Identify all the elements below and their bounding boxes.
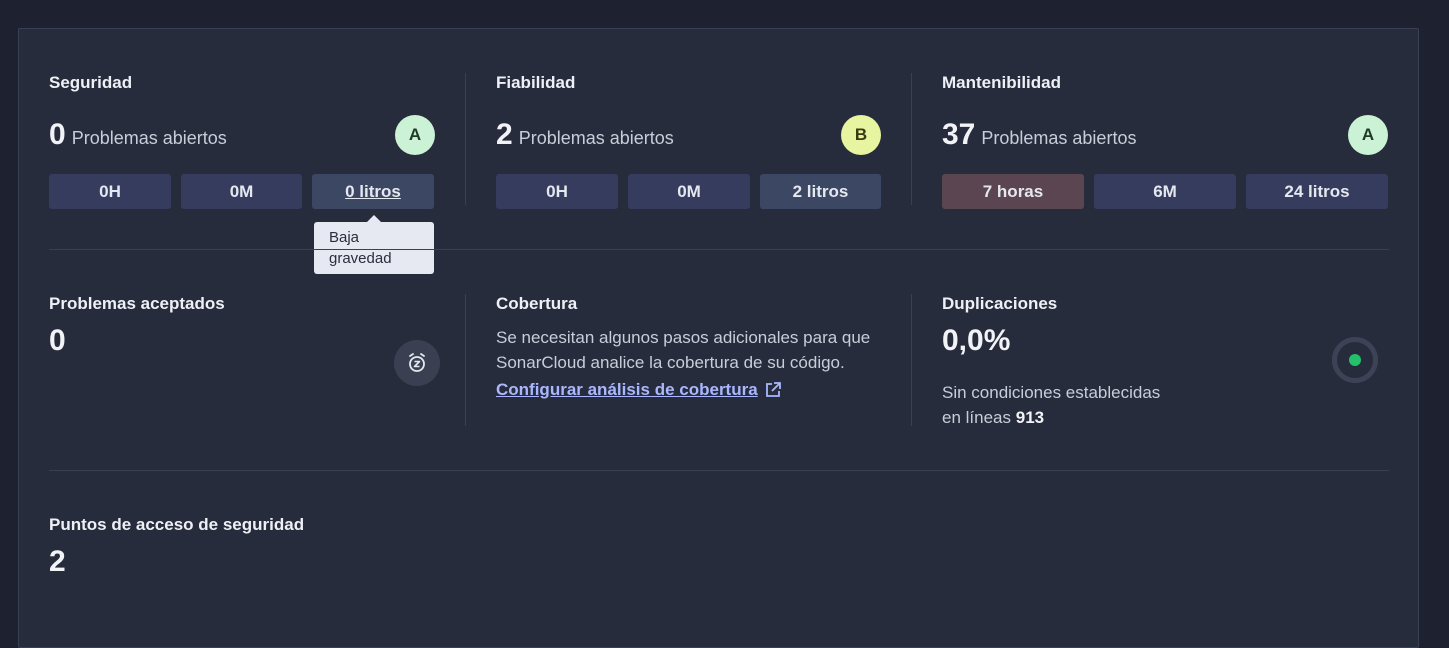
severity-tooltip: Baja gravedad — [314, 215, 434, 274]
duplications-desc-prefix: en líneas — [942, 408, 1011, 427]
maintainability-count-label: Problemas abiertos — [981, 128, 1137, 148]
accepted-title: Problemas aceptados — [49, 294, 225, 313]
configure-coverage-link-label: Configurar análisis de cobertura — [496, 380, 758, 399]
overview-panel: Seguridad 0 Problemas abiertos A 0H 0M 0… — [18, 28, 1419, 648]
accepted-issues-card: Problemas aceptados 0 — [49, 294, 440, 444]
row-divider — [49, 470, 1389, 471]
security-title: Seguridad — [49, 73, 133, 92]
maintainability-grade-badge[interactable]: A — [1348, 115, 1388, 155]
reliability-count-label: Problemas abiertos — [518, 128, 674, 148]
security-count-label: Problemas abiertos — [71, 128, 227, 148]
column-divider — [465, 294, 466, 426]
configure-coverage-link[interactable]: Configurar análisis de cobertura — [496, 380, 782, 400]
column-divider — [911, 294, 912, 426]
external-link-icon — [765, 382, 781, 397]
security-count: 0 — [49, 118, 66, 151]
duplication-status-icon — [1332, 337, 1378, 383]
maintainability-severity-chips: 7 horas 6M 24 litros — [942, 174, 1388, 209]
security-count-line[interactable]: 0 Problemas abiertos — [49, 118, 227, 152]
maintainability-card: Mantenibilidad 37 Problemas abiertos A 7… — [942, 73, 1389, 223]
coverage-card: Cobertura Se necesitan algunos pasos adi… — [496, 294, 882, 444]
coverage-description: Se necesitan algunos pasos adicionales p… — [496, 328, 871, 372]
security-low-chip-label: 0 litros — [345, 181, 401, 201]
reliability-medium-chip[interactable]: 0M — [628, 174, 750, 209]
tooltip-line-1: Baja — [329, 229, 360, 246]
reliability-count-line[interactable]: 2 Problemas abiertos — [496, 118, 674, 152]
maintainability-high-chip[interactable]: 7 horas — [942, 174, 1084, 209]
hotspots-title: Puntos de acceso de seguridad — [49, 515, 305, 534]
duplications-lines-count: 913 — [1015, 408, 1045, 427]
maintainability-count-line[interactable]: 37 Problemas abiertos — [942, 118, 1136, 152]
duplications-desc-line2: en líneas 913 — [942, 405, 1242, 430]
duplications-value[interactable]: 0,0% — [942, 324, 1010, 358]
duplication-status-dot — [1349, 354, 1361, 366]
reliability-count: 2 — [496, 118, 513, 151]
reliability-card: Fiabilidad 2 Problemas abiertos B 0H 0M … — [496, 73, 882, 223]
reliability-low-chip[interactable]: 2 litros — [760, 174, 881, 209]
accepted-count[interactable]: 0 — [49, 324, 66, 358]
hotspots-count[interactable]: 2 — [49, 545, 66, 579]
reliability-severity-chips: 0H 0M 2 litros — [496, 174, 881, 209]
duplications-description: Sin condiciones establecidas en líneas 9… — [942, 380, 1242, 430]
reliability-grade-badge[interactable]: B — [841, 115, 881, 155]
reliability-high-chip[interactable]: 0H — [496, 174, 618, 209]
row-divider — [49, 249, 1389, 250]
tooltip-line-2: gravedad — [329, 250, 392, 267]
maintainability-medium-chip[interactable]: 6M — [1094, 174, 1236, 209]
maintainability-count: 37 — [942, 118, 976, 151]
reliability-title: Fiabilidad — [496, 73, 576, 92]
snooze-clock-icon — [394, 340, 440, 386]
metrics-row: Problemas aceptados 0 Cobertura Se neces… — [49, 294, 1389, 444]
security-severity-chips: 0H 0M 0 litros — [49, 174, 434, 209]
security-high-chip[interactable]: 0H — [49, 174, 171, 209]
security-medium-chip[interactable]: 0M — [181, 174, 302, 209]
duplications-desc-line1: Sin condiciones establecidas — [942, 383, 1161, 402]
hotspots-row: Puntos de acceso de seguridad 2 — [49, 515, 1389, 595]
maintainability-low-chip[interactable]: 24 litros — [1246, 174, 1388, 209]
security-low-chip[interactable]: 0 litros — [312, 174, 434, 209]
duplications-card: Duplicaciones 0,0% Sin condiciones estab… — [942, 294, 1389, 444]
security-grade-badge[interactable]: A — [395, 115, 435, 155]
hotspots-card: Puntos de acceso de seguridad 2 — [49, 515, 435, 595]
column-divider — [911, 73, 912, 205]
coverage-title: Cobertura — [496, 294, 578, 313]
maintainability-title: Mantenibilidad — [942, 73, 1061, 92]
duplications-title: Duplicaciones — [942, 294, 1058, 313]
column-divider — [465, 73, 466, 205]
security-card: Seguridad 0 Problemas abiertos A 0H 0M 0… — [49, 73, 435, 223]
issues-row: Seguridad 0 Problemas abiertos A 0H 0M 0… — [49, 73, 1389, 223]
